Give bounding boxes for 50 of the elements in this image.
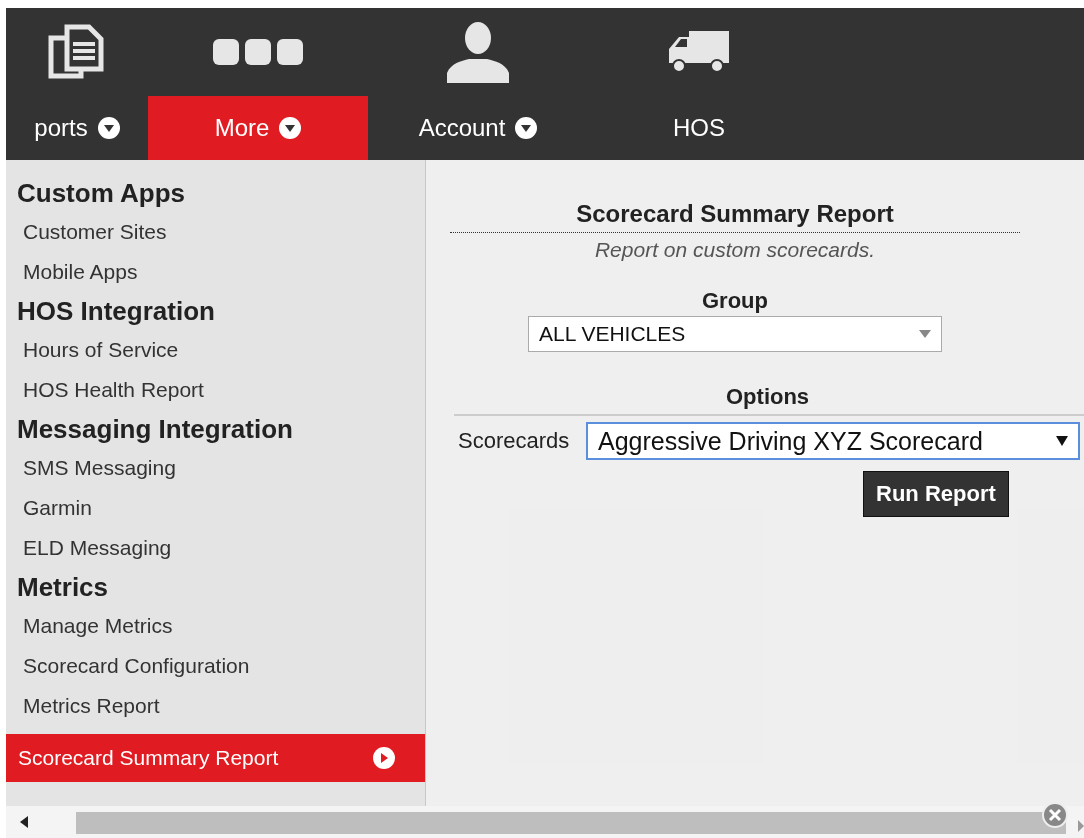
menu-item-label: Scorecard Summary Report xyxy=(18,746,279,770)
menu-item[interactable]: Mobile Apps xyxy=(6,252,425,292)
menu-item[interactable]: ELD Messaging xyxy=(6,528,425,568)
run-report-button[interactable]: Run Report xyxy=(863,471,1009,517)
documents-icon xyxy=(47,24,107,80)
menu-item[interactable]: SMS Messaging xyxy=(6,448,425,488)
scorecards-label: Scorecards xyxy=(458,428,570,454)
dropdown-arrow-icon xyxy=(919,330,931,338)
menu-heading: Custom Apps xyxy=(16,177,187,210)
menu-item-label: HOS Health Report xyxy=(23,378,204,402)
menu-heading: HOS Integration xyxy=(16,295,216,328)
nav-tab[interactable]: More xyxy=(148,96,368,160)
report-subtitle: Report on custom scorecards. xyxy=(593,238,877,262)
menu-item-label: Scorecard Configuration xyxy=(23,654,250,678)
report-title: Scorecard Summary Report xyxy=(450,200,1020,233)
caret-icon xyxy=(97,117,120,139)
menu-item[interactable]: Scorecard Configuration xyxy=(6,646,425,686)
menu-item[interactable]: Customer Sites xyxy=(6,212,425,252)
group-label: Group xyxy=(702,288,768,314)
menu-item[interactable]: Garmin xyxy=(6,488,425,528)
arrow-circle-icon xyxy=(373,747,395,769)
menu-item-label: SMS Messaging xyxy=(23,456,176,480)
scroll-left-icon[interactable] xyxy=(20,816,28,828)
menu-item-label: ELD Messaging xyxy=(23,536,172,560)
menu-item[interactable]: Scorecard Summary Report xyxy=(6,734,425,782)
options-label: Options xyxy=(726,384,810,410)
group-select[interactable]: ALL VEHICLES xyxy=(528,316,942,352)
menu-item-label: Customer Sites xyxy=(23,220,167,244)
caret-icon xyxy=(279,117,302,139)
menu-item[interactable]: Hours of Service xyxy=(6,330,425,370)
person-icon xyxy=(447,21,509,83)
truck-icon xyxy=(669,31,729,73)
dots-icon xyxy=(213,39,303,65)
dropdown-arrow-icon xyxy=(1056,436,1068,446)
menu-item-label: Garmin xyxy=(23,496,92,520)
scroll-right-icon[interactable] xyxy=(1078,820,1084,832)
nav-tab[interactable]: HOS xyxy=(588,96,810,160)
menu-item-label: Mobile Apps xyxy=(23,260,138,284)
menu-item[interactable]: Metrics Report xyxy=(6,686,425,726)
menu-heading: Messaging Integration xyxy=(16,413,294,446)
nav-tab[interactable]: Account xyxy=(368,96,588,160)
menu-item[interactable]: HOS Health Report xyxy=(6,370,425,410)
caret-icon xyxy=(515,117,538,139)
menu-item[interactable]: Manage Metrics xyxy=(6,606,425,646)
menu-heading: Metrics xyxy=(16,571,110,604)
scorecards-select[interactable]: Aggressive Driving XYZ Scorecard xyxy=(586,422,1080,460)
menu-item-label: Metrics Report xyxy=(23,694,160,718)
nav-tab[interactable]: ports xyxy=(6,96,148,160)
menu-item-label: Manage Metrics xyxy=(23,614,173,638)
menu-item-label: Hours of Service xyxy=(23,338,179,362)
